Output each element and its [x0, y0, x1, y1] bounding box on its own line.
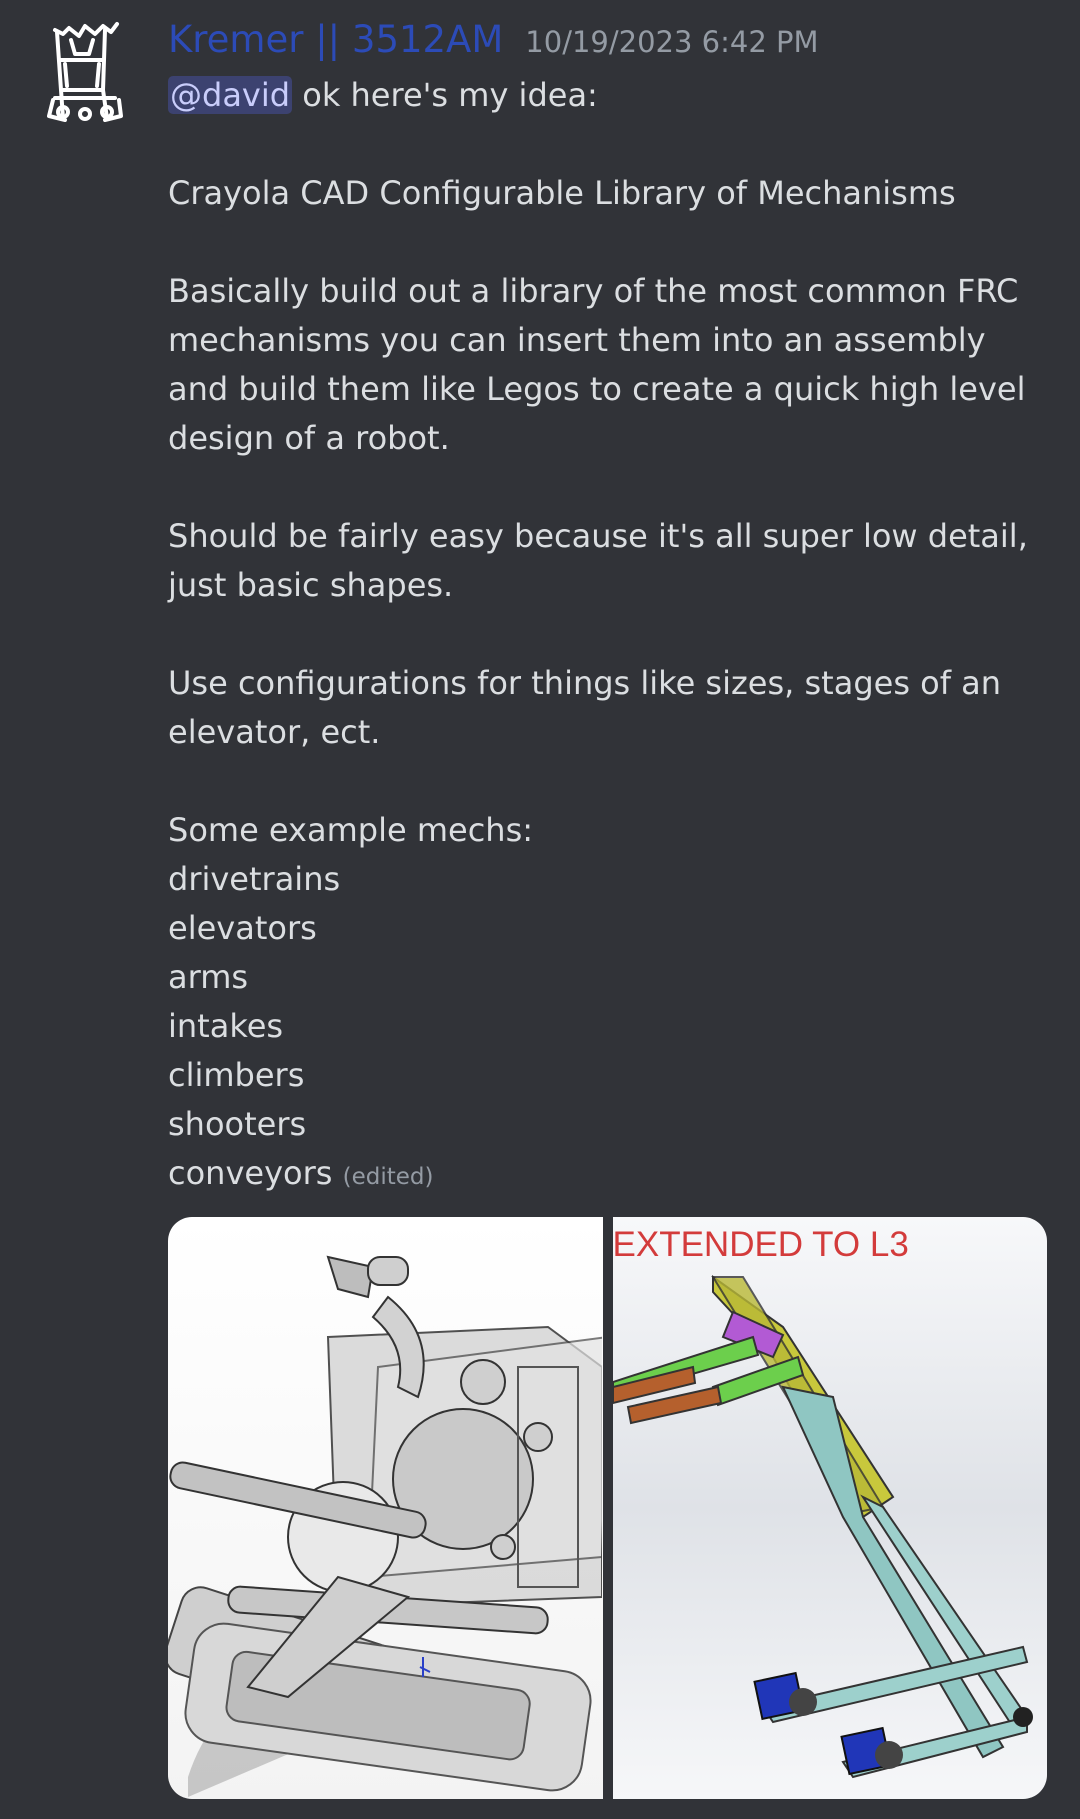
list-item-last: conveyors (edited)	[168, 1149, 1048, 1202]
intro-text: ok here's my idea:	[292, 76, 598, 114]
list-item: conveyors	[168, 1154, 333, 1192]
list-item: climbers	[168, 1056, 305, 1094]
list-item: intakes	[168, 1007, 284, 1045]
paragraph-detail: Should be fairly easy because it's all s…	[168, 517, 1028, 604]
list-item: elevators	[168, 909, 317, 947]
idea-title: Crayola CAD Configurable Library of Mech…	[168, 174, 956, 212]
paragraph-configurations: Use configurations for things like sizes…	[168, 664, 1002, 751]
image-attachment-climber-cad[interactable]: EXTENDED TO L3	[612, 1217, 1047, 1799]
robot-line-drawing-icon	[47, 22, 123, 122]
image-attachments: EXTENDED TO L3	[168, 1217, 1047, 1799]
list-item: shooters	[168, 1105, 307, 1143]
author-name[interactable]: Kremer || 3512AM	[168, 18, 503, 61]
cad-render-shooter	[168, 1255, 602, 1797]
list-item: drivetrains	[168, 860, 341, 898]
message-line-intro: @david ok here's my idea:	[168, 71, 1048, 120]
list-item: arms	[168, 958, 249, 996]
message-content: @david ok here's my idea: Crayola CAD Co…	[168, 71, 1048, 1202]
edited-label[interactable]: (edited)	[343, 1164, 434, 1190]
paragraph-description: Basically build out a library of the mos…	[168, 272, 1026, 457]
message-header: Kremer || 3512AM 10/19/2023 6:42 PM	[168, 18, 819, 74]
cad-render-climber	[612, 1275, 1033, 1779]
message-timestamp[interactable]: 10/19/2023 6:42 PM	[525, 25, 818, 59]
user-mention[interactable]: @david	[168, 76, 293, 114]
list-intro: Some example mechs:	[168, 811, 534, 849]
image-caption: EXTENDED TO L3	[612, 1225, 909, 1264]
image-attachment-shooter-cad[interactable]	[168, 1217, 603, 1799]
avatar[interactable]	[45, 20, 125, 124]
